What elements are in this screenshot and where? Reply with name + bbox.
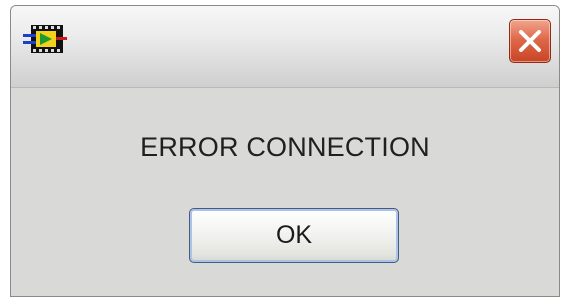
close-button[interactable] [509,19,551,63]
ok-button[interactable]: OK [189,208,399,263]
dialog-body: ERROR CONNECTION OK [11,88,559,296]
close-icon [519,30,541,52]
error-dialog-window: ERROR CONNECTION OK [10,5,560,297]
error-message: ERROR CONNECTION [140,132,430,162]
title-bar[interactable] [11,6,559,88]
labview-vi-icon [23,22,67,56]
